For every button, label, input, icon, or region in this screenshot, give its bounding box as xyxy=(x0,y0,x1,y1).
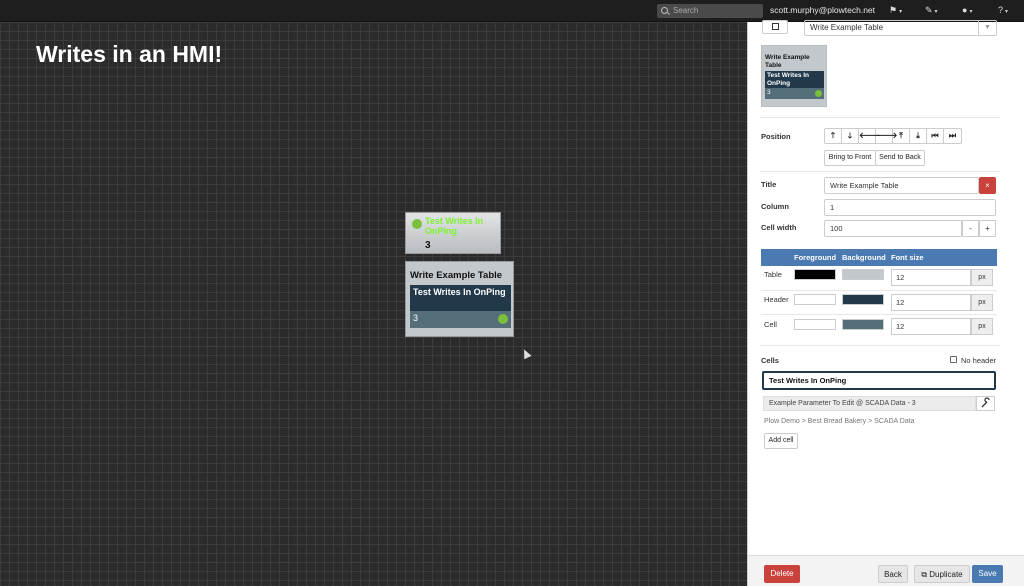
column-label: Column xyxy=(761,202,789,211)
pencil-icon xyxy=(412,219,422,229)
style-row-label: Table xyxy=(764,270,782,279)
unit-label: px xyxy=(971,318,993,335)
style-row-label: Header xyxy=(764,295,789,304)
clear-title-button[interactable]: × xyxy=(979,177,996,194)
wrench-icon[interactable] xyxy=(976,396,995,411)
table-widget-cell-value: 3 xyxy=(413,313,419,323)
foreground-swatch[interactable] xyxy=(794,319,836,330)
divider xyxy=(761,290,997,291)
cell-width-label: Cell width xyxy=(761,223,797,232)
user-icon[interactable]: ● ▾ xyxy=(962,5,972,15)
move-down-icon[interactable]: 🡓 xyxy=(842,129,859,143)
send-to-back-button[interactable]: Send to Back xyxy=(875,150,925,166)
title-input[interactable]: Write Example Table xyxy=(824,177,979,194)
properties-panel: Write Example Table ▼ Write Example Tabl… xyxy=(747,20,1024,586)
search-placeholder: Search xyxy=(673,6,699,15)
table-widget-title: Write Example Table xyxy=(410,270,503,281)
background-header: Background xyxy=(842,253,886,262)
unit-label: px xyxy=(971,269,993,286)
background-swatch[interactable] xyxy=(842,319,884,330)
top-bar: Search scott.murphy@plowtech.net ⚑ ▾ ✎ ▾ ●… xyxy=(0,0,1024,22)
bring-to-front-button[interactable]: Bring to Front xyxy=(824,150,876,166)
table-widget[interactable]: Write Example Table Test Writes In OnPin… xyxy=(405,261,514,337)
mouse-cursor-icon xyxy=(520,347,532,360)
divider xyxy=(760,117,1000,118)
widget-select-value: Write Example Table xyxy=(810,23,884,32)
move-bottom-icon[interactable]: ⤓ xyxy=(910,129,927,143)
move-left-icon[interactable]: 🡐 xyxy=(859,129,880,143)
parameter-field[interactable]: Example Parameter To Edit @ SCADA Data -… xyxy=(763,396,976,411)
writes-widget-value: 3 xyxy=(425,240,431,251)
preview-value: 3 xyxy=(767,89,771,96)
pencil-icon[interactable] xyxy=(498,314,508,324)
duplicate-label: Duplicate xyxy=(929,570,963,579)
writes-widget[interactable]: Test Writes In OnPing 3 xyxy=(405,212,501,254)
unit-label: px xyxy=(971,294,993,311)
background-swatch[interactable] xyxy=(842,294,884,305)
divider xyxy=(760,171,1000,172)
pencil-icon xyxy=(815,90,822,97)
move-right-icon[interactable]: 🡒 xyxy=(876,129,897,143)
position-arrows: 🡑 🡓 🡐 🡒 ⤒ ⤓ ⏮ ⏭ xyxy=(824,128,962,144)
cells-label: Cells xyxy=(761,356,779,365)
foreground-swatch[interactable] xyxy=(794,269,836,280)
bookmark-icon[interactable]: ⚑ ▾ xyxy=(889,5,902,16)
position-label: Position xyxy=(761,132,791,141)
title-label: Title xyxy=(761,180,777,189)
font-size-input[interactable]: 12 xyxy=(891,294,971,311)
preview-title: Write Example Table xyxy=(765,54,810,69)
writes-widget-title: Test Writes In OnPing xyxy=(425,216,484,236)
help-icon[interactable]: ? ▾ xyxy=(998,5,1008,15)
preview-header: Test Writes In OnPing xyxy=(765,71,824,88)
style-row-label: Cell xyxy=(764,320,777,329)
save-button[interactable]: Save xyxy=(972,565,1003,583)
move-last-icon[interactable]: ⏭ xyxy=(944,129,961,143)
widget-type-icon[interactable] xyxy=(762,20,788,34)
font-size-header: Font size xyxy=(891,253,924,262)
cell-header-input[interactable]: Test Writes In OnPing xyxy=(762,371,996,390)
delete-button[interactable]: Delete xyxy=(764,565,800,583)
cell-width-input[interactable]: 100 xyxy=(824,220,962,237)
foreground-header: Foreground xyxy=(794,253,837,262)
duplicate-button[interactable]: ⧉ Duplicate xyxy=(914,565,970,583)
preview-cell: 3 xyxy=(765,88,824,99)
move-up-icon[interactable]: 🡑 xyxy=(825,129,842,143)
table-widget-header: Test Writes In OnPing xyxy=(410,285,511,311)
canvas-title: Writes in an HMI! xyxy=(36,41,223,67)
chevron-down-icon: ▼ xyxy=(978,21,996,35)
search-input[interactable]: Search xyxy=(657,4,763,18)
table-widget-cell[interactable]: 3 xyxy=(410,311,511,328)
font-size-input[interactable]: 12 xyxy=(891,269,971,286)
no-header-checkbox[interactable] xyxy=(950,356,957,363)
font-size-input[interactable]: 12 xyxy=(891,318,971,335)
wrench-icon[interactable]: ✎ ▾ xyxy=(925,5,938,16)
user-email[interactable]: scott.murphy@plowtech.net xyxy=(770,5,875,15)
foreground-swatch[interactable] xyxy=(794,294,836,305)
hmi-canvas[interactable]: Writes in an HMI! Test Writes In OnPing … xyxy=(0,22,747,586)
increment-button[interactable]: + xyxy=(979,220,996,237)
widget-select[interactable]: Write Example Table ▼ xyxy=(804,20,997,36)
background-swatch[interactable] xyxy=(842,269,884,280)
decrement-button[interactable]: - xyxy=(962,220,979,237)
no-header-label: No header xyxy=(961,356,997,365)
divider xyxy=(760,345,1000,346)
panel-footer: Delete Back ⧉ Duplicate Save xyxy=(748,555,1024,586)
search-icon xyxy=(661,7,668,14)
widget-preview: Write Example Table Test Writes In OnPin… xyxy=(761,45,827,107)
move-top-icon[interactable]: ⤒ xyxy=(893,129,910,143)
move-first-icon[interactable]: ⏮ xyxy=(927,129,944,143)
divider xyxy=(761,314,997,315)
parameter-path: Plow Demo > Best Bread Bakery > SCADA Da… xyxy=(764,418,915,425)
back-button[interactable]: Back xyxy=(878,565,908,583)
add-cell-button[interactable]: Add cell xyxy=(764,433,798,449)
style-table-header: Foreground Background Font size xyxy=(761,249,997,266)
column-input[interactable]: 1 xyxy=(824,199,996,216)
